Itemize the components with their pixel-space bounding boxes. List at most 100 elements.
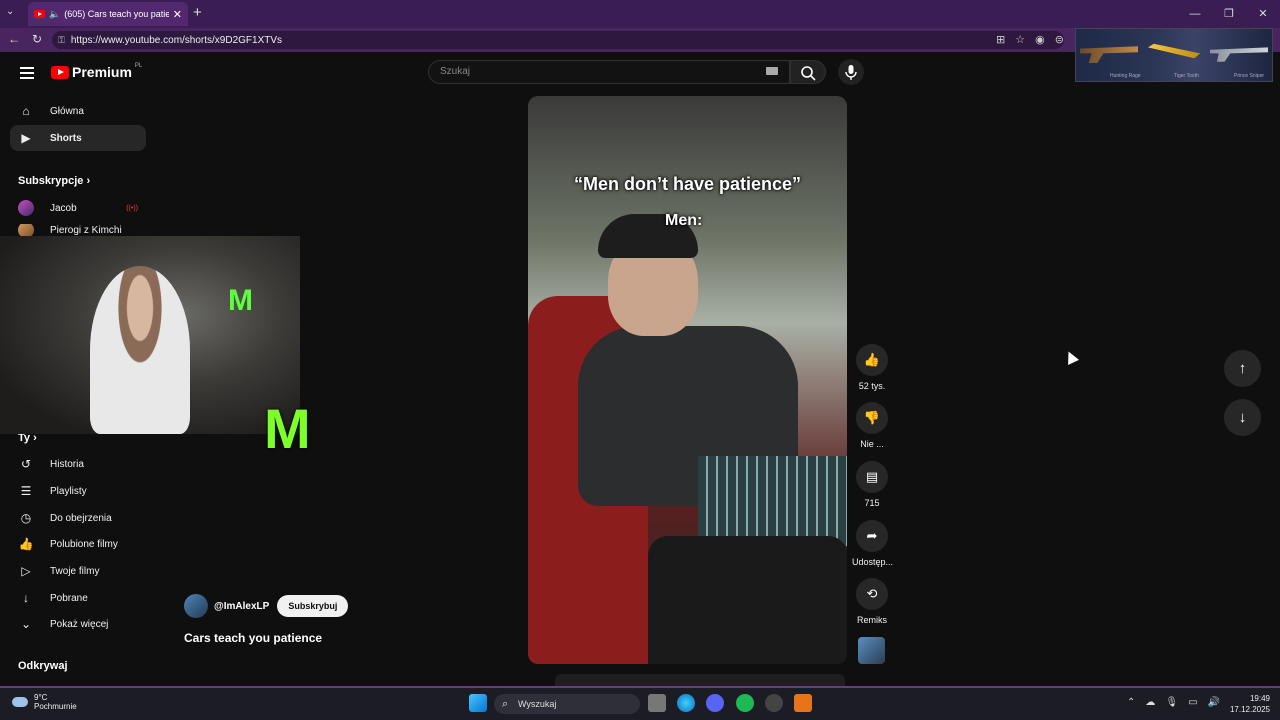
weather-widget[interactable]: 9°C Pochmurnie	[12, 693, 77, 711]
mouse-cursor-icon	[1063, 349, 1079, 365]
arrow-down-icon: ↓	[1238, 409, 1247, 426]
sidebar-item-label: Główna	[50, 105, 84, 117]
chevron-down-icon: ⌄	[20, 617, 32, 631]
your-videos-icon: ▷	[21, 564, 31, 578]
sidebar-item-label: Pobrane	[50, 592, 88, 604]
search-input[interactable]: Szukaj	[428, 60, 790, 84]
spotify-icon[interactable]	[736, 694, 754, 712]
system-tray: ⌃ ☁ 🎙 ▭ 🔊	[1127, 697, 1220, 708]
sidebar-item-liked[interactable]: 👍 Polubione filmy	[10, 531, 146, 557]
chevron-right-icon: ›	[86, 175, 91, 187]
app-icon[interactable]	[794, 694, 812, 712]
weapon-label: Prince Sniper	[1234, 73, 1265, 79]
display-icon[interactable]: ▭	[1188, 697, 1197, 708]
address-bar-icons: ⊞ ☆ ◉ ⊜	[996, 33, 1064, 46]
sidebar-item-pierogi[interactable]: Pierogi z Kimchi	[10, 224, 146, 236]
new-tab-icon[interactable]: +	[193, 4, 202, 21]
sidebar-item-history[interactable]: ↺ Historia	[10, 451, 146, 477]
bookmark-star-icon[interactable]: ☆	[1015, 33, 1025, 46]
sidebar-item-label: Historia	[50, 458, 84, 470]
discord-icon[interactable]	[706, 694, 724, 712]
volume-icon[interactable]: 🔊	[1208, 697, 1220, 708]
obs-icon[interactable]	[765, 694, 783, 712]
video-caption-top: “Men don’t have patience”	[573, 174, 802, 194]
extension-icon[interactable]: ◉	[1035, 33, 1045, 46]
restore-icon[interactable]: ❐	[1212, 0, 1246, 28]
active-tab[interactable]: 🔈 (605) Cars teach you patience ✕	[28, 2, 188, 26]
apps-icon[interactable]: ⊞	[996, 33, 1005, 46]
sidebar-item-label: Pokaż więcej	[50, 618, 109, 630]
sidebar-item-your-videos[interactable]: ▷ Twoje filmy	[10, 558, 146, 584]
sidebar-item-label: Twoje filmy	[50, 565, 100, 577]
video-title[interactable]: Cars teach you patience	[184, 631, 322, 645]
sidebar-item-label: Polubione filmy	[50, 538, 118, 550]
tab-list-icon[interactable]: ⌄	[6, 6, 14, 17]
url-field[interactable]: ⚿ https://www.youtube.com/shorts/x9D2GF1…	[52, 31, 1064, 49]
windows-start-icon[interactable]	[469, 694, 487, 712]
mic-tray-icon[interactable]: 🎙	[1165, 697, 1178, 708]
mic-icon	[845, 65, 857, 80]
sidebar-item-label: Pierogi z Kimchi	[50, 224, 122, 236]
channel-info: @ImAlexLP Subskrybuj	[184, 594, 349, 618]
voice-search-button[interactable]	[838, 59, 864, 85]
onedrive-icon[interactable]: ☁	[1145, 697, 1155, 708]
search-button[interactable]	[790, 60, 826, 84]
site-info-icon[interactable]: ⚿	[58, 35, 65, 46]
close-window-icon[interactable]: ✕	[1246, 0, 1280, 28]
back-icon[interactable]: ←	[8, 32, 20, 46]
comments-button[interactable]: ▤ 715	[852, 461, 892, 508]
chevron-up-icon[interactable]: ⌃	[1127, 697, 1135, 708]
reload-icon[interactable]: ↻	[32, 32, 42, 46]
cloud-icon	[12, 697, 28, 707]
next-short-button[interactable]: ↓	[1224, 399, 1261, 436]
logo-text: Premium	[72, 64, 132, 80]
sidebar-item-watch-later[interactable]: ◷ Do obejrzenia	[10, 505, 146, 531]
channel-name[interactable]: @ImAlexLP	[214, 601, 269, 612]
thumbs-down-icon: 👎	[856, 402, 888, 434]
avatar	[18, 200, 34, 216]
shorts-icon: ▶	[21, 131, 31, 145]
menu-icon[interactable]	[20, 67, 34, 82]
youtube-play-icon	[51, 65, 69, 79]
weapon-label: Hunting Rage	[1110, 73, 1141, 79]
close-tab-icon[interactable]: ✕	[173, 8, 182, 21]
edge-browser-icon[interactable]	[677, 694, 695, 712]
monster-sign-image: M	[228, 284, 253, 317]
sound-avatar[interactable]	[858, 637, 885, 664]
thumbs-up-icon: 👍	[856, 344, 888, 376]
window-controls: — ❐ ✕	[1178, 0, 1280, 28]
keyboard-icon[interactable]	[766, 67, 778, 75]
sidebar-item-playlists[interactable]: ☰ Playlisty	[10, 478, 146, 504]
clock-time: 19:49	[1249, 694, 1270, 703]
subscribe-button[interactable]: Subskrybuj	[277, 595, 349, 617]
like-button[interactable]: 👍 52 tys.	[852, 344, 892, 391]
sidebar-item-jacob[interactable]: Jacob ((•))	[10, 195, 146, 221]
minimize-icon[interactable]: —	[1178, 0, 1212, 28]
search-icon	[801, 66, 816, 81]
monster-logo-image: M	[264, 397, 311, 460]
sidebar-item-shorts[interactable]: ▶ Shorts	[10, 125, 146, 151]
next-short-preview	[555, 674, 845, 686]
like-count: 52 tys.	[858, 381, 886, 391]
speaker-icon[interactable]: 🔈	[49, 9, 60, 20]
home-icon: ⌂	[22, 104, 30, 118]
avatar[interactable]	[184, 594, 208, 618]
watch-later-icon: ◷	[20, 511, 32, 525]
youtube-logo[interactable]: Premium PL	[51, 63, 143, 80]
dislike-button[interactable]: 👎 Nie ...	[852, 402, 892, 449]
short-video-player[interactable]: “Men don’t have patience” Men:	[528, 96, 847, 664]
share-button[interactable]: ➦ Udostęp...	[852, 520, 893, 567]
youtube-favicon-icon	[34, 10, 45, 18]
sidebar-item-home[interactable]: ⌂ Główna	[10, 98, 146, 124]
task-view-icon[interactable]	[648, 694, 666, 712]
extension-icon-2[interactable]: ⊜	[1055, 33, 1064, 46]
playlist-icon: ☰	[20, 484, 32, 498]
previous-short-button[interactable]: ↑	[1224, 350, 1261, 387]
subscriptions-header[interactable]: Subskrypcje ›	[18, 175, 90, 187]
sidebar-item-downloads[interactable]: ↓ Pobrane	[10, 585, 146, 611]
remix-button[interactable]: ⟲ Remiks	[852, 578, 892, 625]
clock[interactable]: 19:49 17.12.2025	[1230, 693, 1270, 715]
taskbar-search[interactable]: Wyszukaj	[494, 694, 640, 714]
region-code: PL	[134, 63, 143, 69]
sidebar-item-show-more[interactable]: ⌄ Pokaż więcej	[10, 611, 146, 637]
